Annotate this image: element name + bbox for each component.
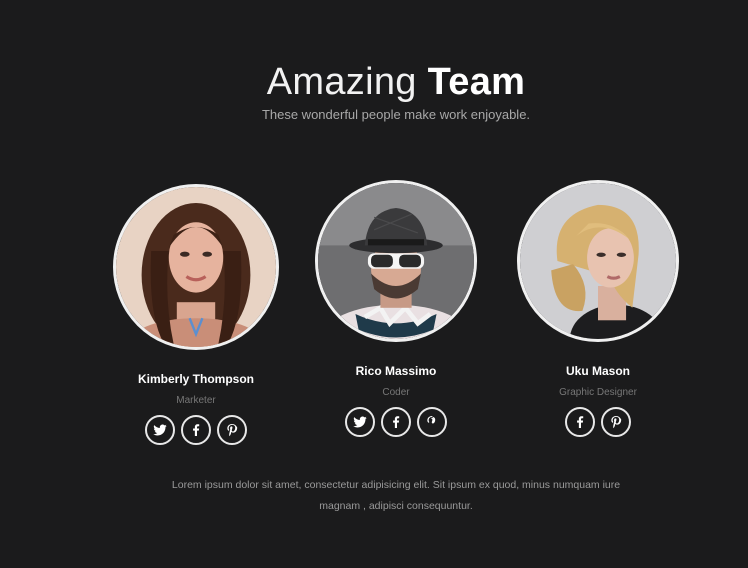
twitter-link[interactable]: [145, 415, 175, 445]
footer-paragraph: Lorem ipsum dolor sit amet, consectetur …: [170, 475, 622, 517]
pinterest-link[interactable]: [417, 407, 447, 437]
facebook-link[interactable]: [181, 415, 211, 445]
team-member-kimberly: Kimberly Thompson Marketer: [96, 184, 296, 445]
team-member-uku: Uku Mason Graphic Designer: [498, 180, 698, 437]
member-role: Graphic Designer: [559, 387, 637, 398]
twitter-icon: [353, 416, 367, 428]
facebook-icon: [577, 416, 584, 428]
pinterest-icon: [611, 416, 622, 429]
twitter-link[interactable]: [345, 407, 375, 437]
pinterest-link[interactable]: [601, 407, 631, 437]
facebook-icon: [193, 424, 200, 436]
avatar: [517, 180, 679, 342]
facebook-link[interactable]: [565, 407, 595, 437]
title-light: Amazing: [266, 61, 417, 103]
title-bold: Team: [427, 61, 526, 103]
twitter-icon: [153, 424, 167, 436]
member-role: Marketer: [176, 395, 216, 406]
portrait-photo: [318, 183, 474, 339]
footer-line-1: Lorem ipsum dolor sit amet, consectetur …: [171, 479, 621, 491]
avatar: [315, 180, 477, 342]
section-title: Amazing Team: [0, 58, 748, 106]
member-name: Uku Mason: [565, 364, 630, 378]
member-name: Rico Massimo: [355, 364, 437, 378]
facebook-icon: [393, 416, 400, 428]
portrait-photo: [116, 187, 276, 347]
social-links: [498, 407, 698, 437]
avatar: [113, 184, 279, 350]
member-name: Kimberly Thompson: [137, 372, 254, 386]
pinterest-icon: [227, 424, 238, 437]
team-member-rico: Rico Massimo Coder: [296, 180, 496, 437]
pinterest-icon: [427, 416, 436, 424]
social-links: [296, 407, 496, 437]
portrait-photo: [520, 183, 676, 339]
facebook-link[interactable]: [381, 407, 411, 437]
footer-line-2: magnam , adipisci consequuntur.: [319, 500, 473, 512]
member-role: Coder: [382, 387, 410, 398]
pinterest-link[interactable]: [217, 415, 247, 445]
section-subtitle: These wonderful people make work enjoyab…: [261, 107, 531, 122]
social-links: [96, 415, 296, 445]
